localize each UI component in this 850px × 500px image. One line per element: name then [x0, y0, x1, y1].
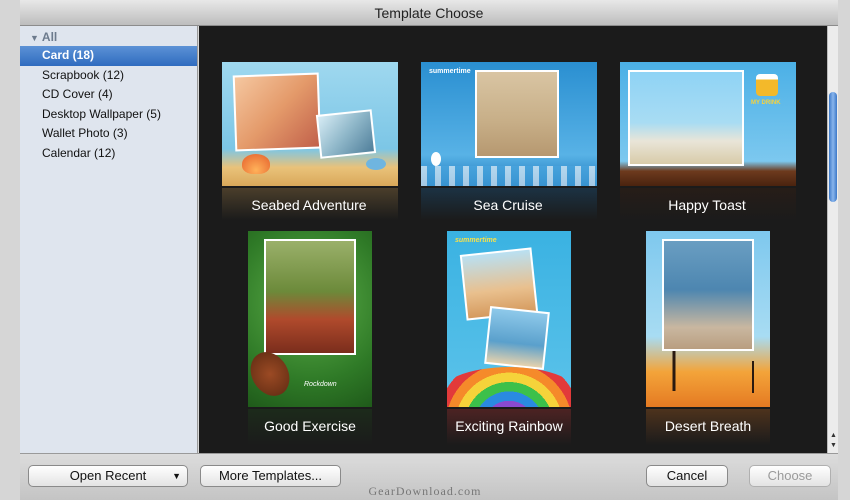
template-tile-exciting-rainbow[interactable]: summertime Exciting Rainbow	[420, 231, 598, 449]
template-photo	[232, 72, 322, 152]
template-label: Sea Cruise	[473, 197, 543, 213]
sidebar-group-label: All	[41, 30, 58, 44]
sidebar-group-all[interactable]: ▼ All	[20, 26, 197, 46]
template-photo	[662, 239, 754, 351]
template-choose-window: Template Choose ▼ All Card (18) Scrapbook…	[0, 0, 850, 500]
scroll-up-arrow-icon[interactable]: ▲	[829, 432, 838, 439]
palm-tree-icon	[660, 351, 688, 391]
template-tile-desert-breath[interactable]: Desert Breath	[619, 231, 797, 449]
template-tile-seabed-adventure[interactable]: Seabed Adventure	[221, 62, 399, 222]
bird-icon	[431, 152, 441, 166]
template-photo	[475, 70, 559, 158]
vertical-scrollbar[interactable]: ▲ ▼	[827, 26, 838, 453]
scroll-thumb[interactable]	[829, 92, 837, 202]
palm-tree-icon	[742, 361, 764, 393]
dropdown-arrow-icon: ▼	[172, 471, 181, 481]
disclosure-triangle-icon[interactable]: ▼	[30, 33, 39, 43]
sidebar-item-card[interactable]: Card (18)	[20, 46, 197, 66]
sidebar-item-wallet-photo[interactable]: Wallet Photo (3)	[20, 124, 197, 144]
template-photo	[628, 70, 744, 166]
template-title-text: Rockdown	[304, 381, 337, 388]
open-recent-label: Open Recent	[69, 468, 147, 483]
waves-decoration	[421, 166, 597, 186]
template-tile-good-exercise[interactable]: Rockdown Good Exercise	[221, 231, 399, 449]
sidebar-item-calendar[interactable]: Calendar (12)	[20, 144, 197, 164]
template-grid: Seabed Adventure summertime Sea Cruise M…	[199, 26, 827, 453]
template-title-text: MY DRINK	[751, 100, 781, 106]
template-label: Exciting Rainbow	[455, 418, 563, 434]
template-tile-happy-toast[interactable]: MY DRINK Happy Toast	[619, 62, 797, 222]
beer-mug-icon	[756, 74, 778, 96]
template-thumbnail: summertime	[421, 62, 597, 186]
sidebar-item-cd-cover[interactable]: CD Cover (4)	[20, 85, 197, 105]
template-thumbnail	[222, 62, 398, 186]
template-title-text: summertime	[455, 237, 497, 244]
template-thumbnail	[646, 231, 770, 407]
shell-icon	[242, 154, 270, 174]
template-label: Happy Toast	[668, 197, 746, 213]
window-title: Template Choose	[20, 0, 838, 26]
template-label: Good Exercise	[264, 418, 356, 434]
watermark: GearDownload.com	[368, 484, 482, 498]
template-thumbnail: summertime	[447, 231, 571, 407]
template-tile-sea-cruise[interactable]: summertime Sea Cruise	[420, 62, 598, 222]
sidebar-item-desktop-wallpaper[interactable]: Desktop Wallpaper (5)	[20, 105, 197, 125]
scroll-down-arrow-icon[interactable]: ▼	[829, 442, 838, 449]
sidebar-item-scrapbook[interactable]: Scrapbook (12)	[20, 66, 197, 86]
template-photo	[315, 109, 377, 159]
category-sidebar: ▼ All Card (18) Scrapbook (12) CD Cover (…	[20, 26, 198, 453]
template-thumbnail: Rockdown	[248, 231, 372, 407]
template-label: Seabed Adventure	[251, 197, 367, 213]
fish-icon	[366, 158, 386, 170]
template-title-text: summertime	[429, 68, 471, 75]
template-photo	[484, 306, 550, 370]
template-label: Desert Breath	[664, 418, 752, 434]
rainbow-decoration	[447, 367, 571, 407]
template-photo	[264, 239, 356, 355]
template-thumbnail: MY DRINK	[620, 62, 796, 186]
